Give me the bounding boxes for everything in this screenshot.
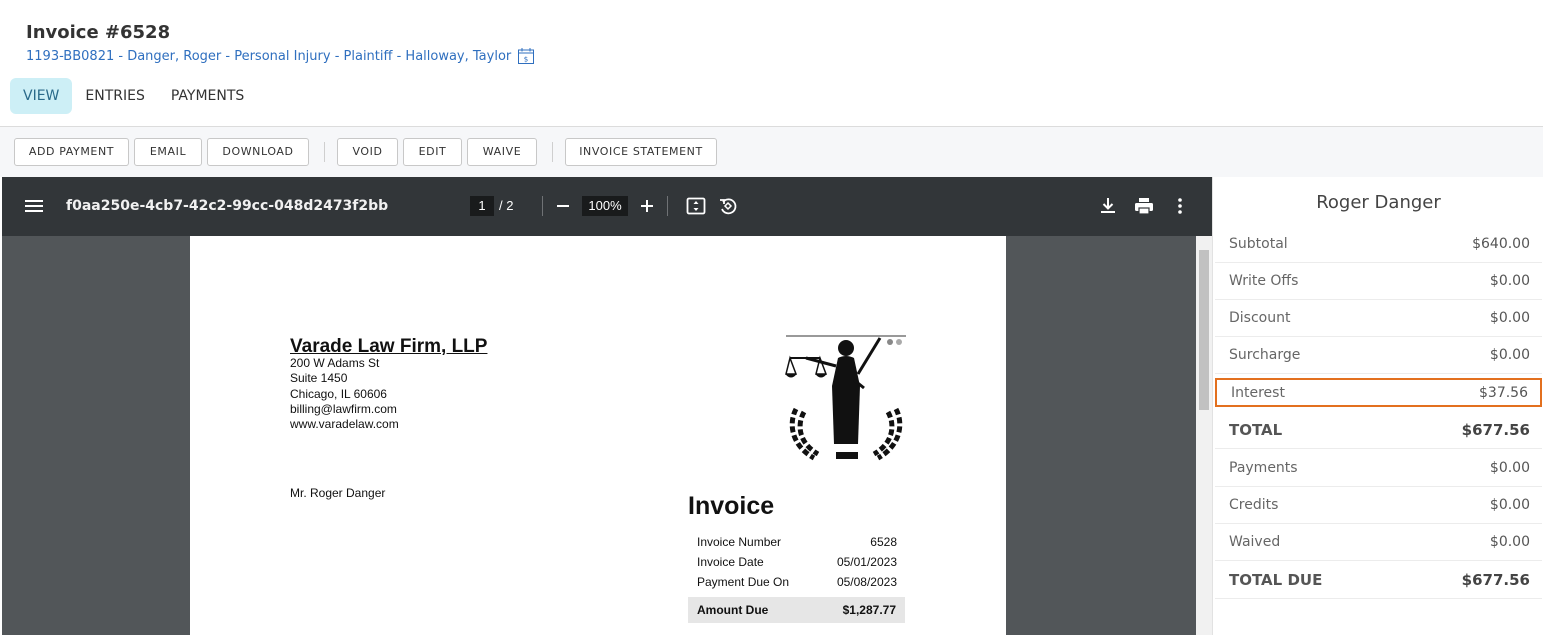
firm-address-line: Chicago, IL 60606 [290, 387, 387, 401]
print-icon[interactable] [1132, 194, 1156, 218]
invoice-header: Invoice #6528 1193-BB0821 - Danger, Roge… [0, 0, 1543, 126]
summary-row-write-offs: Write Offs $0.00 [1215, 263, 1542, 300]
pdf-toolbar: f0aa250e-4cb7-42c2-99cc-048d2473f2bb 1 /… [2, 177, 1212, 236]
summary-value: $0.00 [1489, 497, 1530, 513]
tab-view[interactable]: VIEW [10, 78, 73, 114]
detail-label: Invoice Date [697, 555, 764, 569]
detail-value: 6528 [870, 535, 897, 549]
summary-row-credits: Credits $0.00 [1215, 487, 1542, 524]
summary-value: $677.56 [1461, 571, 1530, 589]
page-title: Invoice #6528 [26, 22, 171, 43]
tab-payments[interactable]: PAYMENTS [158, 78, 257, 114]
summary-label: Write Offs [1229, 273, 1299, 289]
page-total: / 2 [499, 198, 514, 213]
more-vert-icon[interactable] [1168, 194, 1192, 218]
summary-label: Interest [1231, 384, 1285, 401]
summary-row-waived: Waived $0.00 [1215, 524, 1542, 561]
summary-label: Payments [1229, 460, 1298, 476]
recipient-name: Mr. Roger Danger [290, 486, 386, 500]
pdf-scrollbar-thumb[interactable] [1199, 250, 1209, 410]
summary-row-discount: Discount $0.00 [1215, 300, 1542, 337]
amount-due-row: Amount Due $1,287.77 [688, 597, 905, 623]
pdf-toolbar-divider [667, 196, 668, 216]
summary-value: $677.56 [1461, 421, 1530, 439]
tab-entries[interactable]: ENTRIES [72, 78, 157, 114]
payment-due-row: Payment Due On 05/08/2023 [697, 575, 897, 589]
amount-due-label: Amount Due [697, 603, 769, 617]
void-button[interactable]: VOID [337, 138, 398, 166]
summary-row-surcharge: Surcharge $0.00 [1215, 337, 1542, 374]
summary-value: $37.56 [1479, 384, 1528, 401]
summary-label: Waived [1229, 534, 1281, 550]
toolbar-divider [552, 142, 553, 162]
invoice-heading: Invoice [688, 492, 775, 520]
detail-label: Payment Due On [697, 575, 790, 589]
client-name: Roger Danger [1316, 192, 1441, 213]
tab-bar: VIEW ENTRIES PAYMENTS [10, 78, 257, 114]
zoom-out-icon[interactable] [551, 194, 575, 218]
fit-page-icon[interactable] [684, 194, 708, 218]
page-number-input[interactable]: 1 [470, 196, 494, 216]
calendar-icon[interactable]: $ [517, 47, 535, 65]
pdf-filename: f0aa250e-4cb7-42c2-99cc-048d2473f2bb [66, 198, 389, 214]
download-icon[interactable] [1096, 194, 1120, 218]
edit-button[interactable]: EDIT [403, 138, 462, 166]
firm-name: Varade Law Firm, LLP [290, 336, 488, 357]
detail-value: 05/01/2023 [836, 555, 897, 569]
summary-label: Credits [1229, 497, 1279, 513]
add-payment-button[interactable]: ADD PAYMENT [14, 138, 129, 166]
action-toolbar: ADD PAYMENT EMAIL DOWNLOAD VOID EDIT WAI… [0, 126, 1543, 177]
summary-value: $0.00 [1489, 534, 1530, 550]
pdf-page: Varade Law Firm, LLP 200 W Adams St Suit… [190, 236, 1006, 635]
invoice-summary-panel: Roger Danger Subtotal $640.00 Write Offs… [1212, 177, 1543, 635]
detail-label: Invoice Number [697, 535, 782, 549]
matter-link-text[interactable]: 1193-BB0821 - Danger, Roger - Personal I… [26, 49, 511, 64]
summary-value: $0.00 [1489, 310, 1530, 326]
summary-value: $640.00 [1472, 236, 1530, 252]
pdf-viewer: f0aa250e-4cb7-42c2-99cc-048d2473f2bb 1 /… [2, 177, 1212, 635]
summary-row-payments: Payments $0.00 [1215, 450, 1542, 487]
pdf-toolbar-divider [542, 196, 543, 216]
summary-label: Surcharge [1229, 347, 1301, 363]
summary-label: TOTAL [1229, 421, 1283, 439]
firm-address-line: 200 W Adams St [290, 356, 380, 370]
invoice-number-row: Invoice Number 6528 [697, 535, 897, 549]
summary-value: $0.00 [1489, 460, 1530, 476]
summary-label: TOTAL DUE [1229, 571, 1323, 589]
pdf-scrollbar[interactable] [1196, 236, 1212, 635]
rotate-icon[interactable] [716, 194, 740, 218]
matter-link[interactable]: 1193-BB0821 - Danger, Roger - Personal I… [26, 47, 535, 65]
summary-row-total: TOTAL $677.56 [1215, 412, 1542, 449]
summary-label: Discount [1229, 310, 1291, 326]
download-button[interactable]: DOWNLOAD [207, 138, 309, 166]
menu-icon[interactable] [22, 194, 46, 218]
firm-address-line: Suite 1450 [290, 371, 348, 385]
zoom-level-input[interactable]: 100% [582, 196, 628, 216]
invoice-date-row: Invoice Date 05/01/2023 [697, 555, 897, 569]
summary-row-total-due: TOTAL DUE $677.56 [1215, 562, 1542, 599]
summary-value: $0.00 [1489, 273, 1530, 289]
zoom-in-icon[interactable] [635, 194, 659, 218]
email-button[interactable]: EMAIL [134, 138, 202, 166]
firm-website: www.varadelaw.com [290, 417, 399, 431]
summary-row-interest: Interest $37.56 [1215, 378, 1542, 407]
lady-justice-logo [785, 335, 906, 461]
amount-due-value: $1,287.77 [842, 603, 896, 617]
summary-value: $0.00 [1489, 347, 1530, 363]
waive-button[interactable]: WAIVE [467, 138, 537, 166]
toolbar-divider [324, 142, 325, 162]
firm-email: billing@lawfirm.com [290, 402, 397, 416]
detail-value: 05/08/2023 [836, 575, 897, 589]
svg-text:$: $ [524, 56, 528, 64]
summary-row-subtotal: Subtotal $640.00 [1215, 226, 1542, 263]
invoice-statement-button[interactable]: INVOICE STATEMENT [565, 138, 717, 166]
summary-label: Subtotal [1229, 236, 1288, 252]
